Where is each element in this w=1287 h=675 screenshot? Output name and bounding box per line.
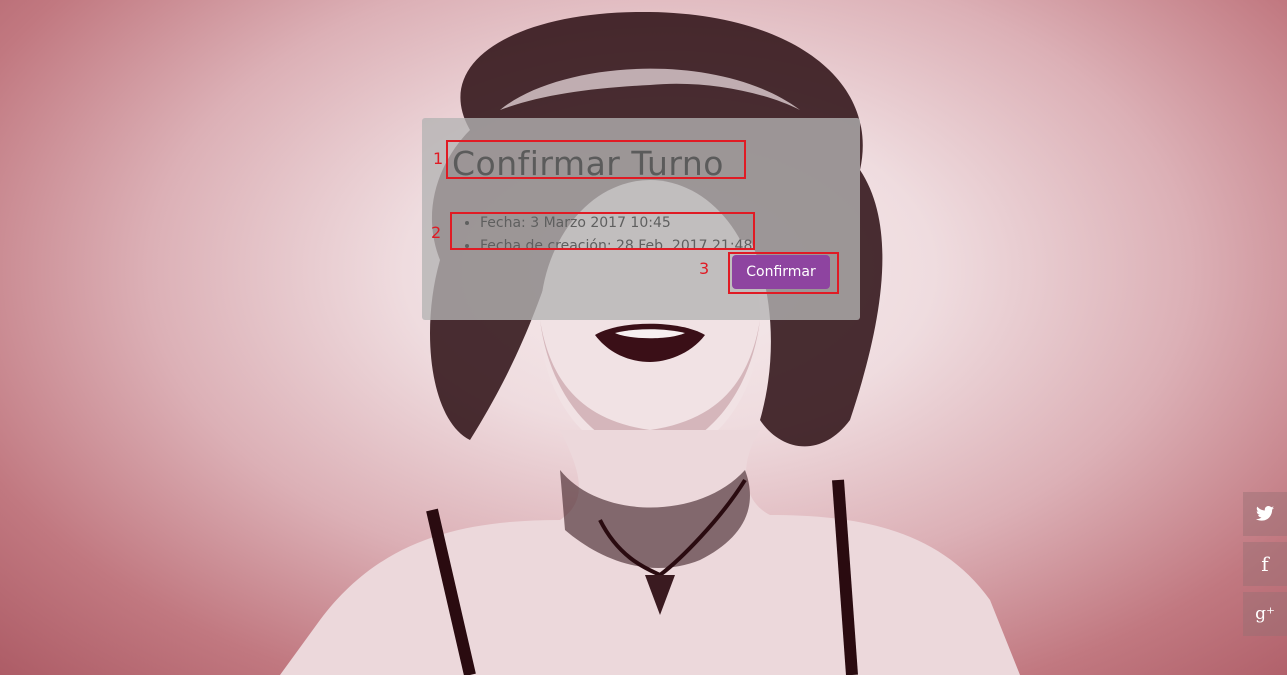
facebook-button[interactable]: f bbox=[1243, 542, 1287, 586]
google-plus-button[interactable]: g⁺ bbox=[1243, 592, 1287, 636]
background-portrait bbox=[280, 11, 1020, 675]
annotation-box-title bbox=[446, 140, 746, 179]
twitter-icon bbox=[1256, 502, 1274, 526]
annotation-label-2: 2 bbox=[431, 223, 442, 242]
annotation-label-1: 1 bbox=[433, 149, 444, 168]
annotation-box-confirm bbox=[728, 252, 839, 294]
facebook-icon: f bbox=[1261, 552, 1269, 576]
twitter-button[interactable] bbox=[1243, 492, 1287, 536]
annotation-label-3: 3 bbox=[699, 259, 710, 278]
social-sidebar: f g⁺ bbox=[1243, 492, 1287, 642]
annotation-box-details bbox=[450, 212, 755, 250]
google-plus-icon: g⁺ bbox=[1255, 604, 1275, 624]
